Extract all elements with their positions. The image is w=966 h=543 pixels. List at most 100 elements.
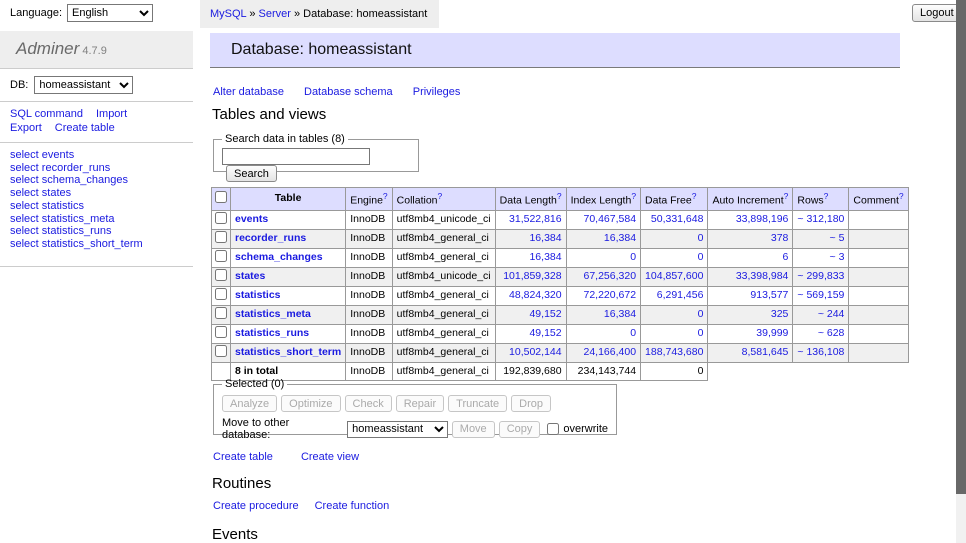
auto-increment-link[interactable]: 39,999 <box>756 327 788 339</box>
move-database-select[interactable]: homeassistant <box>347 421 448 438</box>
index-length-link[interactable]: 24,166,400 <box>583 346 636 358</box>
data-free-link[interactable]: 50,331,648 <box>651 213 704 225</box>
create-function-link[interactable]: Create function <box>315 500 390 512</box>
data-length-link[interactable]: 48,824,320 <box>509 289 562 301</box>
index-length-link[interactable]: 0 <box>630 251 636 263</box>
rows-link[interactable]: ~ 569,159 <box>797 289 844 301</box>
repair-button[interactable]: Repair <box>396 395 444 412</box>
drop-button[interactable]: Drop <box>511 395 551 412</box>
create-view-link[interactable]: Create view <box>301 451 359 463</box>
index-length-link[interactable]: 72,220,672 <box>583 289 636 301</box>
rows-link[interactable]: ~ 5 <box>830 232 845 244</box>
rows-link[interactable]: ~ 628 <box>818 327 845 339</box>
table-name-link[interactable]: statistics_short_term <box>235 346 341 358</box>
sidebar-select-link[interactable]: select statistics_meta <box>10 213 143 226</box>
alter-database-link[interactable]: Alter database <box>213 86 284 98</box>
table-name-link[interactable]: statistics_meta <box>235 308 311 320</box>
auto-increment-link[interactable]: 33,398,984 <box>736 270 789 282</box>
rows-link[interactable]: ~ 312,180 <box>797 213 844 225</box>
index-length-link[interactable]: 67,256,320 <box>583 270 636 282</box>
search-button[interactable]: Search <box>226 165 277 182</box>
index-length-link[interactable]: 16,384 <box>604 232 636 244</box>
row-select-checkbox[interactable] <box>215 212 227 224</box>
database-schema-link[interactable]: Database schema <box>304 86 393 98</box>
check-button[interactable]: Check <box>345 395 392 412</box>
sidebar-select-link[interactable]: select statistics_runs <box>10 225 143 238</box>
table-name-link[interactable]: states <box>235 270 265 282</box>
data-free-link[interactable]: 0 <box>698 251 704 263</box>
data-free-link[interactable]: 6,291,456 <box>657 289 704 301</box>
privileges-link[interactable]: Privileges <box>413 86 461 98</box>
copy-button[interactable]: Copy <box>499 421 541 438</box>
help-icon[interactable]: ? <box>438 191 443 201</box>
help-icon[interactable]: ? <box>692 191 697 201</box>
sidebar-sql-command-link[interactable]: SQL command <box>10 108 83 120</box>
data-length-link[interactable]: 16,384 <box>529 232 561 244</box>
data-free-link[interactable]: 0 <box>698 327 704 339</box>
sidebar-select-link[interactable]: select recorder_runs <box>10 162 143 175</box>
sidebar-select-link[interactable]: select schema_changes <box>10 174 143 187</box>
data-free-link[interactable]: 104,857,600 <box>645 270 703 282</box>
create-procedure-link[interactable]: Create procedure <box>213 500 299 512</box>
sidebar-create-table-link[interactable]: Create table <box>55 122 115 134</box>
help-icon[interactable]: ? <box>631 191 636 201</box>
sidebar-select-link[interactable]: select statistics <box>10 200 143 213</box>
auto-increment-link[interactable]: 33,898,196 <box>736 213 789 225</box>
row-select-checkbox[interactable] <box>215 250 227 262</box>
truncate-button[interactable]: Truncate <box>448 395 507 412</box>
auto-increment-link[interactable]: 325 <box>771 308 789 320</box>
table-name-link[interactable]: schema_changes <box>235 251 323 263</box>
data-free-link[interactable]: 0 <box>698 308 704 320</box>
auto-increment-link[interactable]: 913,577 <box>750 289 788 301</box>
index-length-link[interactable]: 70,467,584 <box>583 213 636 225</box>
row-select-checkbox[interactable] <box>215 307 227 319</box>
optimize-button[interactable]: Optimize <box>281 395 340 412</box>
sidebar-select-link[interactable]: select statistics_short_term <box>10 238 143 251</box>
breadcrumb-mysql-link[interactable]: MySQL <box>210 8 246 20</box>
sidebar-import-link[interactable]: Import <box>96 108 127 120</box>
auto-increment-link[interactable]: 378 <box>771 232 789 244</box>
help-icon[interactable]: ? <box>383 191 388 201</box>
auto-increment-link[interactable]: 6 <box>783 251 789 263</box>
data-length-link[interactable]: 31,522,816 <box>509 213 562 225</box>
language-select[interactable]: English <box>67 4 153 22</box>
overwrite-checkbox[interactable] <box>547 423 559 435</box>
move-button[interactable]: Move <box>452 421 495 438</box>
rows-link[interactable]: ~ 299,833 <box>797 270 844 282</box>
row-select-checkbox[interactable] <box>215 326 227 338</box>
rows-link[interactable]: ~ 244 <box>818 308 845 320</box>
sidebar-export-link[interactable]: Export <box>10 122 42 134</box>
data-length-link[interactable]: 49,152 <box>529 308 561 320</box>
sidebar-select-link[interactable]: select states <box>10 187 143 200</box>
table-name-link[interactable]: events <box>235 213 268 225</box>
data-length-link[interactable]: 10,502,144 <box>509 346 562 358</box>
row-select-checkbox[interactable] <box>215 269 227 281</box>
data-length-link[interactable]: 16,384 <box>529 251 561 263</box>
help-icon[interactable]: ? <box>557 191 562 201</box>
select-all-checkbox[interactable] <box>215 191 227 203</box>
table-name-link[interactable]: statistics <box>235 289 281 301</box>
breadcrumb-server-link[interactable]: Server <box>259 8 291 20</box>
logout-button[interactable]: Logout <box>912 4 962 22</box>
data-free-link[interactable]: 0 <box>698 232 704 244</box>
data-length-link[interactable]: 49,152 <box>529 327 561 339</box>
row-select-checkbox[interactable] <box>215 345 227 357</box>
rows-link[interactable]: ~ 136,108 <box>797 346 844 358</box>
create-table-link[interactable]: Create table <box>213 451 273 463</box>
auto-increment-link[interactable]: 8,581,645 <box>742 346 789 358</box>
db-select[interactable]: homeassistant <box>34 76 133 94</box>
index-length-link[interactable]: 0 <box>630 327 636 339</box>
rows-link[interactable]: ~ 3 <box>830 251 845 263</box>
data-free-link[interactable]: 188,743,680 <box>645 346 703 358</box>
analyze-button[interactable]: Analyze <box>222 395 277 412</box>
help-icon[interactable]: ? <box>899 191 904 201</box>
scrollbar-thumb[interactable] <box>956 0 966 494</box>
help-icon[interactable]: ? <box>784 191 789 201</box>
data-length-link[interactable]: 101,859,328 <box>503 270 561 282</box>
help-icon[interactable]: ? <box>824 191 829 201</box>
row-select-checkbox[interactable] <box>215 288 227 300</box>
table-name-link[interactable]: statistics_runs <box>235 327 309 339</box>
app-title-link[interactable]: Adminer <box>16 39 79 58</box>
row-select-checkbox[interactable] <box>215 231 227 243</box>
sidebar-select-link[interactable]: select events <box>10 149 143 162</box>
